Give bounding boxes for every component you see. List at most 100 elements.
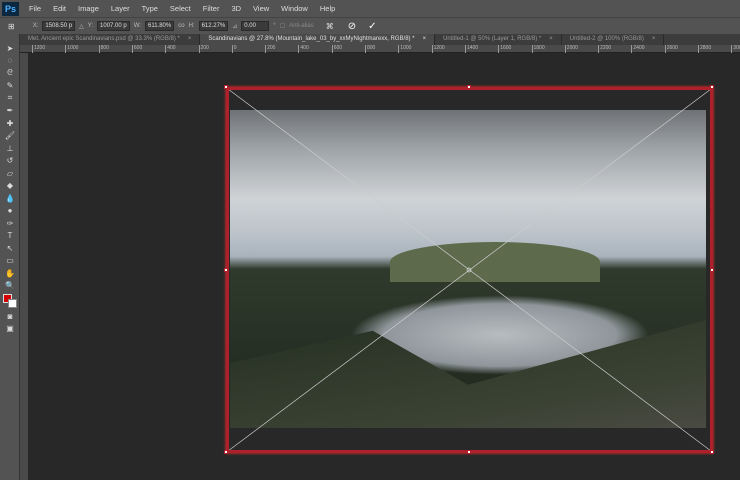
menu-edit[interactable]: Edit xyxy=(47,4,72,13)
close-tab-icon[interactable]: × xyxy=(652,36,656,42)
move-tool-icon[interactable]: ➤ xyxy=(0,42,20,55)
angle-icon: ⊿ xyxy=(232,23,238,30)
menu-bar: Ps File Edit Image Layer Type Select Filter 3D V… xyxy=(0,0,740,17)
ruler-tick-label: 600 xyxy=(131,45,143,53)
commit-transform-icon[interactable]: ✓ xyxy=(368,21,376,32)
lasso-tool-icon[interactable]: ᘓ xyxy=(0,67,20,80)
close-tab-icon[interactable]: × xyxy=(549,36,553,42)
quick-selection-tool-icon[interactable]: ✎ xyxy=(0,80,20,93)
ruler-tick-label: 800 xyxy=(365,45,376,53)
transform-handle-br[interactable] xyxy=(710,450,714,454)
history-brush-tool-icon[interactable]: ↺ xyxy=(0,155,20,168)
x-label: X: xyxy=(32,23,39,29)
close-tab-icon[interactable]: × xyxy=(423,36,427,42)
width-field[interactable]: 611.80% xyxy=(144,21,175,31)
vertical-ruler[interactable] xyxy=(20,53,28,480)
background-color-swatch[interactable] xyxy=(8,299,17,308)
ruler-tick-label: 1200 xyxy=(431,45,445,53)
transform-handle-tr[interactable] xyxy=(710,85,714,89)
quick-mask-icon[interactable]: ◙ xyxy=(0,310,20,323)
marquee-tool-icon[interactable]: ◌ xyxy=(0,55,20,68)
ruler-tick-label: 600 xyxy=(331,45,343,53)
photoshop-logo: Ps xyxy=(2,1,19,16)
antialias-checkbox[interactable]: ☐ xyxy=(280,23,285,30)
w-label: W: xyxy=(133,23,141,29)
hand-tool-icon[interactable]: ✋ xyxy=(0,267,20,280)
ruler-tick-label: 400 xyxy=(298,45,309,53)
tab-label: Met. Ancient epic Scandinavians.psd @ 33… xyxy=(28,36,180,42)
ruler-tick-label: 3000 xyxy=(731,45,740,53)
antialias-label: Anti-alias xyxy=(289,23,314,29)
pen-tool-icon[interactable]: ✑ xyxy=(0,217,20,230)
reference-point-icon[interactable]: ⊞ xyxy=(8,22,15,31)
free-transform-bounding-box[interactable] xyxy=(226,87,713,453)
menu-type[interactable]: Type xyxy=(136,4,164,13)
menu-filter[interactable]: Filter xyxy=(197,4,226,13)
transform-handle-tl[interactable] xyxy=(224,85,228,89)
color-swatches[interactable] xyxy=(0,292,19,310)
x-field[interactable]: 1508.50 p xyxy=(42,21,76,31)
eraser-tool-icon[interactable]: ▱ xyxy=(0,167,20,180)
h-label: H: xyxy=(188,23,195,29)
healing-brush-tool-icon[interactable]: ✚ xyxy=(0,117,20,130)
ruler-tick-label: 1000 xyxy=(398,45,412,53)
eyedropper-tool-icon[interactable]: ✒ xyxy=(0,105,20,118)
menu-help[interactable]: Help xyxy=(314,4,341,13)
ruler-tick-label: 400 xyxy=(165,45,176,53)
ruler-tick-label: 200 xyxy=(198,45,209,53)
transform-handle-bl[interactable] xyxy=(224,450,228,454)
horizontal-ruler[interactable]: 1200 1000 800 600 400 200 0 200 400 600 800 1000 120… xyxy=(20,45,740,53)
document-tabs: Met. Ancient epic Scandinavians.psd @ 33… xyxy=(20,34,740,45)
transform-handle-r[interactable] xyxy=(710,268,714,272)
menu-view[interactable]: View xyxy=(247,4,275,13)
ruler-tick-label: 1000 xyxy=(65,45,79,53)
angle-unit: ° xyxy=(273,23,276,29)
angle-field[interactable]: 0.00 xyxy=(241,21,270,31)
tab-label: Untitled-2 @ 100% (RGB/8) xyxy=(569,36,644,42)
delta-icon[interactable]: △ xyxy=(79,23,84,30)
type-tool-icon[interactable]: T xyxy=(0,230,20,243)
ruler-tick-label: 2600 xyxy=(664,45,678,53)
dodge-tool-icon[interactable]: ● xyxy=(0,205,20,218)
menu-layer[interactable]: Layer xyxy=(105,4,136,13)
paint-bucket-tool-icon[interactable]: ◆ xyxy=(0,180,20,193)
document-tab[interactable]: Untitled-2 @ 100% (RGB/8) × xyxy=(562,34,665,45)
menu-file[interactable]: File xyxy=(23,4,47,13)
clone-stamp-tool-icon[interactable]: ⊥ xyxy=(0,142,20,155)
transform-handle-l[interactable] xyxy=(224,268,228,272)
blur-tool-icon[interactable]: 💧 xyxy=(0,192,20,205)
document-tab[interactable]: Scandinavians @ 27.8% (Mountain_lake_03_… xyxy=(200,34,436,45)
ruler-tick-label: 1800 xyxy=(531,45,545,53)
height-field[interactable]: 612.27% xyxy=(198,21,229,31)
ruler-tick-label: 2200 xyxy=(598,45,612,53)
y-field[interactable]: 1007.00 p xyxy=(97,21,130,31)
tab-label: Scandinavians @ 27.8% (Mountain_lake_03_… xyxy=(208,36,415,42)
ruler-tick-label: 1600 xyxy=(498,45,512,53)
transform-handle-t[interactable] xyxy=(467,85,471,89)
document-tab[interactable]: Untitled-1 @ 50% (Layer 1, RGB/8) * × xyxy=(435,34,562,45)
ruler-tick-label: 2000 xyxy=(564,45,578,53)
ruler-tick-label: 1400 xyxy=(464,45,479,53)
transform-handle-b[interactable] xyxy=(467,450,471,454)
menu-image[interactable]: Image xyxy=(72,4,105,13)
ruler-tick-label: 2400 xyxy=(631,45,645,53)
zoom-tool-icon[interactable]: 🔍 xyxy=(0,280,20,293)
close-tab-icon[interactable]: × xyxy=(188,36,192,42)
menu-window[interactable]: Window xyxy=(275,4,314,13)
menu-3d[interactable]: 3D xyxy=(225,4,247,13)
cancel-transform-icon[interactable]: ⊘ xyxy=(348,21,356,32)
menu-select[interactable]: Select xyxy=(164,4,197,13)
ruler-tick-label: 2800 xyxy=(698,45,712,53)
warp-icon[interactable]: ⌘ xyxy=(326,22,334,31)
rectangle-tool-icon[interactable]: ▭ xyxy=(0,255,20,268)
ruler-tick-label: 200 xyxy=(265,45,276,53)
options-bar: ⊞ X: 1508.50 p △ Y: 1007.00 p W: 611.80%… xyxy=(0,17,740,34)
y-label: Y: xyxy=(87,23,94,29)
crop-tool-icon[interactable]: ⌗ xyxy=(0,92,20,105)
screen-mode-icon[interactable]: ▣ xyxy=(0,323,20,336)
tab-label: Untitled-1 @ 50% (Layer 1, RGB/8) * xyxy=(443,36,542,42)
document-tab[interactable]: Met. Ancient epic Scandinavians.psd @ 33… xyxy=(20,34,201,45)
path-selection-tool-icon[interactable]: ↖ xyxy=(0,242,20,255)
link-icon[interactable]: co xyxy=(178,23,184,29)
brush-tool-icon[interactable]: 🖌 xyxy=(0,130,20,143)
